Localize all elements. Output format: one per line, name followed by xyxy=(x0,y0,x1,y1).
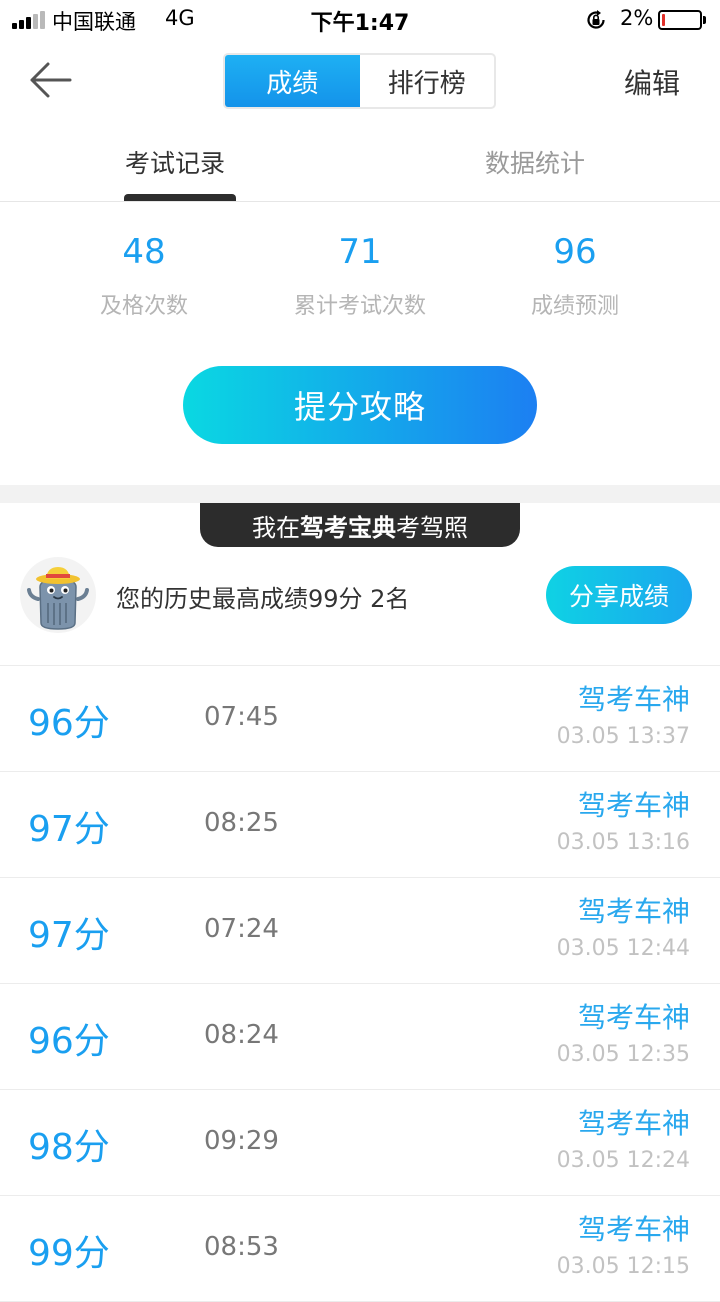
status-time: 下午1:47 xyxy=(310,11,410,36)
segment-scores[interactable]: 成绩 xyxy=(225,55,360,107)
stat-label: 及格次数 xyxy=(99,294,188,319)
exam-record-list: 96分 07:45 驾考车神 03.05 13:37 97分 08:25 驾考车… xyxy=(0,666,720,1302)
record-title: 驾考车神 xyxy=(577,1107,690,1140)
stat-label: 累计考试次数 xyxy=(293,294,426,319)
back-arrow-icon[interactable] xyxy=(24,58,76,102)
battery-icon xyxy=(658,10,706,30)
edit-button[interactable]: 编辑 xyxy=(624,62,680,102)
exam-record-row[interactable]: 98分 09:29 驾考车神 03.05 12:24 xyxy=(0,1090,720,1196)
segment-leaderboard[interactable]: 排行榜 xyxy=(360,55,495,107)
record-title: 驾考车神 xyxy=(577,789,690,822)
improve-tips-button[interactable]: 提分攻略 xyxy=(183,366,537,444)
app-banner: 我在 驾考宝典 考驾照 xyxy=(200,503,520,547)
tab-indicator xyxy=(124,194,236,201)
nav-bar: 成绩 排行榜 编辑 xyxy=(0,40,720,124)
record-duration: 08:24 xyxy=(204,1020,279,1050)
best-score-row: 您的历史最高成绩99分 2名 分享成绩 xyxy=(0,547,720,666)
status-bar: 中国联通 4G 下午1:47 2% xyxy=(0,0,720,40)
exam-record-row[interactable]: 96分 08:24 驾考车神 03.05 12:35 xyxy=(0,984,720,1090)
exam-record-row[interactable]: 97分 07:24 驾考车神 03.05 12:44 xyxy=(0,878,720,984)
banner-app-name: 驾考宝典 xyxy=(300,513,396,542)
record-score: 97分 xyxy=(28,915,110,956)
exam-record-row[interactable]: 96分 07:45 驾考车神 03.05 13:37 xyxy=(0,666,720,772)
stats-panel: 48 及格次数 71 累计考试次数 96 成绩预测 提分攻略 xyxy=(0,202,720,485)
stat-value: 71 xyxy=(338,232,382,272)
stat-pass-count: 48 及格次数 xyxy=(24,230,264,320)
banner-prefix: 我在 xyxy=(252,513,300,542)
stat-total-exams: 71 累计考试次数 xyxy=(240,230,480,320)
exam-record-row[interactable]: 97分 08:25 驾考车神 03.05 13:16 xyxy=(0,772,720,878)
stat-value: 48 xyxy=(122,232,166,272)
record-score: 98分 xyxy=(28,1127,110,1168)
stat-value: 96 xyxy=(553,232,597,272)
record-score: 97分 xyxy=(28,809,110,850)
section-divider xyxy=(0,485,720,503)
battery-percent: 2% xyxy=(620,6,654,30)
record-title: 驾考车神 xyxy=(577,1001,690,1034)
mascot-avatar xyxy=(20,557,96,633)
record-date: 03.05 13:37 xyxy=(556,724,690,749)
record-date: 03.05 12:35 xyxy=(556,1042,690,1067)
segmented-control: 成绩 排行榜 xyxy=(223,53,496,109)
record-score: 96分 xyxy=(28,1021,110,1062)
record-duration: 07:45 xyxy=(204,702,279,732)
record-duration: 07:24 xyxy=(204,914,279,944)
record-title: 驾考车神 xyxy=(577,683,690,716)
rotation-lock-icon xyxy=(587,10,605,29)
record-date: 03.05 12:15 xyxy=(556,1254,690,1279)
record-date: 03.05 12:24 xyxy=(556,1148,690,1173)
tab-exam-records[interactable]: 考试记录 xyxy=(125,144,225,180)
share-score-button[interactable]: 分享成绩 xyxy=(546,566,692,624)
tab-data-stats[interactable]: 数据统计 xyxy=(485,144,585,180)
record-duration: 08:25 xyxy=(204,808,279,838)
record-duration: 09:29 xyxy=(204,1126,279,1156)
record-score: 99分 xyxy=(28,1233,110,1274)
record-title: 驾考车神 xyxy=(577,895,690,928)
record-date: 03.05 13:16 xyxy=(556,830,690,855)
exam-record-row[interactable]: 99分 08:53 驾考车神 03.05 12:15 xyxy=(0,1196,720,1302)
record-score: 96分 xyxy=(28,703,110,744)
best-score-text: 您的历史最高成绩99分 2名 xyxy=(116,585,410,613)
tab-bar: 考试记录 数据统计 xyxy=(0,124,720,202)
record-duration: 08:53 xyxy=(204,1232,279,1262)
record-title: 驾考车神 xyxy=(577,1213,690,1246)
record-date: 03.05 12:44 xyxy=(556,936,690,961)
banner-suffix: 考驾照 xyxy=(396,513,468,542)
stat-label: 成绩预测 xyxy=(530,294,619,319)
stat-score-prediction: 96 成绩预测 xyxy=(455,230,695,320)
